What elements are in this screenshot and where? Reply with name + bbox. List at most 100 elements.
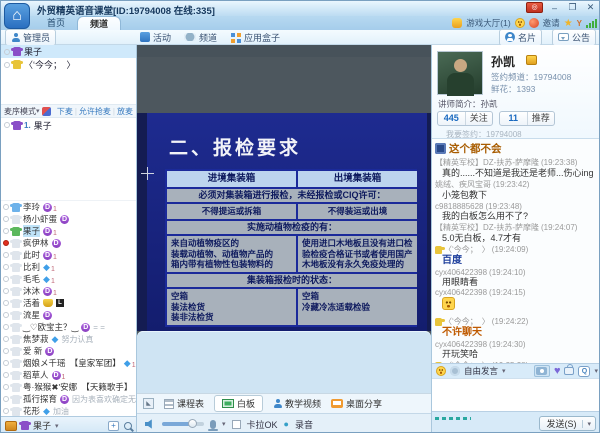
mic-allow-link[interactable]: 允许抢麦 xyxy=(79,106,111,117)
member-name: 稻草人 xyxy=(23,369,49,381)
lecturer-avatar[interactable] xyxy=(437,51,483,95)
microphone-icon[interactable] xyxy=(210,420,216,429)
add-member-icon[interactable]: + xyxy=(108,421,119,431)
invite-icon[interactable] xyxy=(529,18,539,28)
send-row: 发送(S) ▾ xyxy=(432,411,600,433)
speak-mode-label[interactable]: 自由发言 xyxy=(464,365,498,377)
member-row[interactable]: 果子 D 1 xyxy=(1,225,136,237)
treasure-box-icon[interactable] xyxy=(5,421,17,431)
chat-toolbar: 自由发言 ▾ ♥ Q ▾ xyxy=(432,363,600,378)
chat-sender[interactable]: 【精英军校】DZ-扶苏-萨摩隆 xyxy=(435,157,539,168)
mic-mode-label[interactable]: 麦序模式 xyxy=(4,106,36,117)
exit-channel-button[interactable]: ◎ xyxy=(526,2,543,13)
member-row[interactable]: 沐沐 D 1 xyxy=(1,285,136,297)
send-button[interactable]: 发送(S) ▾ xyxy=(539,416,596,431)
favorite-star-icon[interactable]: ★ xyxy=(564,18,573,29)
chat-sender[interactable]: 〈‘今今； 〉 xyxy=(444,244,490,255)
member-row[interactable]: 此时 D 1 xyxy=(1,249,136,261)
follow-button[interactable]: 445 关注 xyxy=(437,111,493,126)
search-icon[interactable] xyxy=(124,422,132,430)
my-nickname[interactable]: 果子 xyxy=(33,419,51,432)
member-row[interactable]: 活着 L xyxy=(1,297,136,309)
chat-message-list[interactable]: 这个都不会 【精英军校】DZ-扶苏-萨摩隆(19:23:38) 真的......… xyxy=(432,139,600,363)
chat-sender[interactable]: 姚绒、疾风宝哥 xyxy=(435,179,491,190)
emoticon-status-icon[interactable] xyxy=(515,18,525,28)
member-row[interactable]: 花形 ◆ 加油 xyxy=(1,405,136,416)
member-row[interactable]: 粤·猴猴✖'安娜 【天籁歌手】 xyxy=(1,381,136,393)
tab-whiteboard[interactable]: 白板 xyxy=(214,395,263,412)
member-row[interactable]: 烟娘メ千瑶 【皇家军团】 ◆ 1 xyxy=(1,357,136,369)
mic-down-link[interactable]: 下麦 xyxy=(57,106,73,117)
invite-label[interactable]: 邀请 xyxy=(543,17,560,29)
chat-sender[interactable]: 〈‘今今； 〉 xyxy=(444,316,490,327)
resize-grip[interactable] xyxy=(435,417,471,420)
tab-teaching-video[interactable]: 教学视频 xyxy=(273,397,321,410)
member-row[interactable]: 孤行探育 D 因为表喜欢确定无结果 xyxy=(1,393,136,405)
tab-home[interactable]: 首页 xyxy=(35,16,77,30)
appbox-button[interactable]: 应用盒子 xyxy=(230,31,280,44)
member-name: 孤行探育 xyxy=(23,393,57,405)
member-row[interactable]: 疯伊林 D xyxy=(1,237,136,249)
member-row[interactable]: 爱 新 D xyxy=(1,345,136,357)
mic-queue-row[interactable]: 1. 果子 xyxy=(1,118,136,132)
emoticon-picker-icon[interactable] xyxy=(436,366,446,376)
member-row[interactable]: 李玲 D 1 xyxy=(1,201,136,213)
slide-canvas[interactable]: 二、报检要求 进境集装箱 出境集装箱 必须对集装箱进行报检，未经报检或CIQ许可… xyxy=(137,113,431,331)
recommend-button[interactable]: 11 推荐 xyxy=(499,111,555,126)
member-row[interactable]: 杨小虾蛋 D xyxy=(1,213,136,225)
mic-mode-icon[interactable] xyxy=(42,107,51,116)
mic-release-link[interactable]: 放麦 xyxy=(117,106,133,117)
chevron-down-icon[interactable]: ▾ xyxy=(594,367,598,375)
chat-sender[interactable]: 【精英军校】DZ-扶苏-萨摩隆 xyxy=(435,222,539,233)
chat-input[interactable] xyxy=(432,378,600,411)
chat-sender[interactable]: cyx406422398 xyxy=(435,268,487,277)
whiteboard-icon xyxy=(222,399,234,408)
karaoke-checkbox[interactable] xyxy=(232,420,241,429)
close-button[interactable]: ✕ xyxy=(584,2,597,13)
member-row[interactable]: ‿♡欧宝主？‿ D = = xyxy=(1,321,136,333)
member-row[interactable]: 稻草人 D 1 xyxy=(1,369,136,381)
game-hall-label[interactable]: 游戏大厅(1) xyxy=(466,17,510,29)
heart-icon[interactable]: ♥ xyxy=(554,365,561,377)
volume-slider[interactable] xyxy=(162,422,204,426)
chevron-down-icon[interactable]: ▾ xyxy=(222,420,226,428)
activity-button[interactable]: 活动 xyxy=(140,31,171,44)
quick-reply-icon[interactable]: Q xyxy=(578,366,590,377)
chat-message: 【精英军校】DZ-扶苏-萨摩隆(19:23:38) 真的......不知道是我还… xyxy=(435,157,599,178)
member-row[interactable]: 毛毛 ◆ 1 xyxy=(1,273,136,285)
tab-schedule[interactable]: 课程表 xyxy=(164,397,204,410)
chat-sender[interactable]: c9818885628 xyxy=(435,202,484,211)
badge-count: 1 xyxy=(132,362,136,369)
volume-slider-handle[interactable] xyxy=(188,419,197,428)
member-row[interactable]: 流星 D xyxy=(1,309,136,321)
history-icon[interactable] xyxy=(450,366,460,376)
admin-button[interactable]: 管理员 xyxy=(5,29,56,46)
speaker-icon[interactable] xyxy=(145,419,156,430)
owner-row[interactable]: 果子 xyxy=(1,45,136,58)
chat-sender[interactable]: cyx406422398 xyxy=(435,340,487,349)
game-button[interactable]: 频道 xyxy=(184,31,217,44)
record-label[interactable]: 录音 xyxy=(295,418,313,431)
name-card-button[interactable]: 名片 xyxy=(499,29,542,46)
record-dot-icon[interactable]: ● xyxy=(284,419,289,429)
chevron-down-icon[interactable]: ▾ xyxy=(582,420,595,428)
tab-channel[interactable]: 频道 xyxy=(77,16,121,30)
minimize-button[interactable]: – xyxy=(548,3,561,13)
chevron-down-icon[interactable]: ▾ xyxy=(36,107,40,115)
maximize-button[interactable]: ❐ xyxy=(566,2,579,13)
member-row[interactable]: 焦梦菽 ◆ 努力认真 xyxy=(1,333,136,345)
chevron-down-icon[interactable]: ▾ xyxy=(55,422,59,430)
notice-button[interactable]: 公告 xyxy=(552,29,596,46)
home-icon[interactable]: ⌂ xyxy=(4,3,30,29)
chat-sender[interactable]: cyx406422398 xyxy=(435,288,487,297)
table-span-cell: 必须对集装箱进行报检，未经报检或CIQ许可： xyxy=(167,189,417,202)
chevron-down-icon[interactable]: ▾ xyxy=(502,367,506,375)
gift-box-icon[interactable] xyxy=(564,367,574,375)
owner-row[interactable]: 〈‘今今； 〉 xyxy=(1,58,136,71)
member-row[interactable]: 比利 ◆ 1 xyxy=(1,261,136,273)
camera-button[interactable] xyxy=(534,365,550,377)
d-badge-icon: D xyxy=(43,311,52,320)
collapse-board-icon[interactable]: ◣ xyxy=(143,398,154,409)
tab-desktop-share[interactable]: 桌面分享 xyxy=(331,397,382,410)
game-hall-icon[interactable] xyxy=(452,18,462,28)
